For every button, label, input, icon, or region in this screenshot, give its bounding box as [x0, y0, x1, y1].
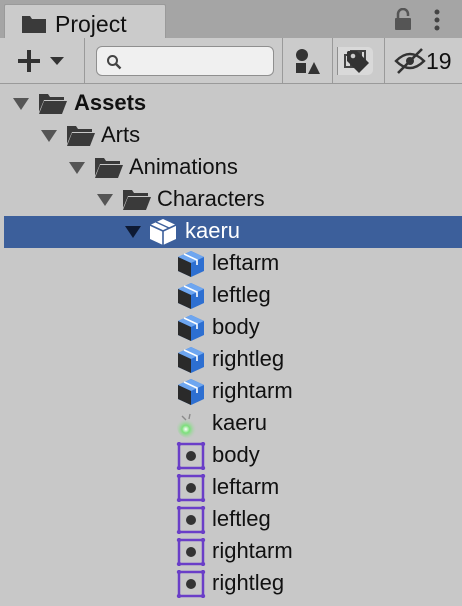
tree-item-avatar[interactable]: rightarm [0, 536, 462, 568]
tree-item-label: Characters [157, 186, 265, 211]
chevron-down-icon [50, 57, 64, 65]
tree-item-label: leftarm [212, 474, 280, 499]
model-prefab-icon [148, 218, 178, 251]
avatar-icon [176, 537, 206, 571]
search-input[interactable] [127, 49, 239, 75]
tree-item-label: rightarm [212, 378, 293, 403]
tree-item-label: kaeru [212, 410, 268, 435]
tree-item-avatar[interactable]: leftleg [0, 504, 462, 536]
tree-item-characters[interactable]: Characters [0, 184, 462, 216]
plus-icon [18, 50, 40, 72]
toolbar-divider [282, 38, 283, 84]
expand-arrow-icon[interactable] [96, 193, 114, 212]
search-icon [106, 54, 122, 75]
tree-item-avatar[interactable]: body [0, 440, 462, 472]
toggle-hidden-packages-button[interactable] [394, 46, 426, 76]
tree-item-avatar[interactable]: leftarm [0, 472, 462, 504]
add-button[interactable] [12, 46, 72, 76]
tree-item-animations[interactable]: Animations [0, 152, 462, 184]
tree-item-mesh[interactable]: rightleg [0, 344, 462, 376]
folder-open-icon [94, 154, 124, 185]
hidden-packages-count: 19 [426, 48, 452, 74]
expand-arrow-icon[interactable] [124, 225, 142, 244]
tree-item-kaeru-model[interactable]: kaeru [4, 216, 462, 248]
filter-by-type-button[interactable] [292, 46, 322, 76]
shapes-icon [296, 49, 320, 74]
tree-item-label: leftarm [212, 250, 280, 275]
tree-item-mesh[interactable]: body [0, 312, 462, 344]
tree-item-label: rightleg [212, 570, 285, 595]
folder-open-icon [66, 122, 96, 153]
tab-project[interactable]: Project [4, 4, 166, 38]
toolbar-divider [384, 38, 385, 84]
toolbar-divider [84, 38, 85, 84]
lock-icon[interactable] [392, 7, 414, 37]
eye-slash-icon [394, 48, 426, 74]
tree-item-label: kaeru [185, 218, 241, 243]
tree-item-label: Animations [129, 154, 238, 179]
folder-open-icon [122, 186, 152, 217]
filter-by-label-button[interactable] [344, 46, 372, 76]
tree-item-label: rightleg [212, 346, 285, 371]
tree-item-mesh[interactable]: rightarm [0, 376, 462, 408]
mesh-icon [176, 378, 206, 411]
tree-item-assets[interactable]: Assets [0, 88, 462, 120]
tag-icon [347, 51, 369, 73]
material-icon [176, 410, 206, 443]
mesh-icon [176, 346, 206, 379]
expand-arrow-icon[interactable] [68, 161, 86, 180]
tab-title: Project [55, 11, 127, 37]
tree-item-label: leftleg [212, 282, 271, 307]
folder-icon [21, 14, 47, 39]
avatar-icon [176, 473, 206, 507]
tree-item-avatar[interactable]: rightleg [0, 568, 462, 600]
tree-item-label: leftleg [212, 506, 271, 531]
mesh-icon [176, 314, 206, 347]
toolbar-divider [332, 38, 333, 84]
tree-item-label: Assets [74, 90, 147, 115]
expand-arrow-icon[interactable] [40, 129, 58, 148]
tree-item-label: Arts [101, 122, 141, 147]
tree-item-mesh[interactable]: leftleg [0, 280, 462, 312]
tree-item-material[interactable]: kaeru [0, 408, 462, 440]
project-toolbar: 19 [0, 38, 462, 84]
mesh-icon [176, 250, 206, 283]
tree-item-label: rightarm [212, 538, 293, 563]
folder-open-icon [38, 90, 68, 121]
avatar-icon [176, 441, 206, 475]
tree-item-arts[interactable]: Arts [0, 120, 462, 152]
tree-item-label: body [212, 314, 260, 339]
window-tab-bar: Project [0, 0, 462, 38]
avatar-icon [176, 505, 206, 539]
tree-item-label: body [212, 442, 260, 467]
kebab-menu-icon[interactable] [430, 8, 444, 37]
avatar-icon [176, 569, 206, 603]
search-field[interactable] [96, 46, 373, 76]
tree-item-mesh[interactable]: leftarm [0, 248, 462, 280]
mesh-icon [176, 282, 206, 315]
expand-arrow-icon[interactable] [12, 97, 30, 116]
